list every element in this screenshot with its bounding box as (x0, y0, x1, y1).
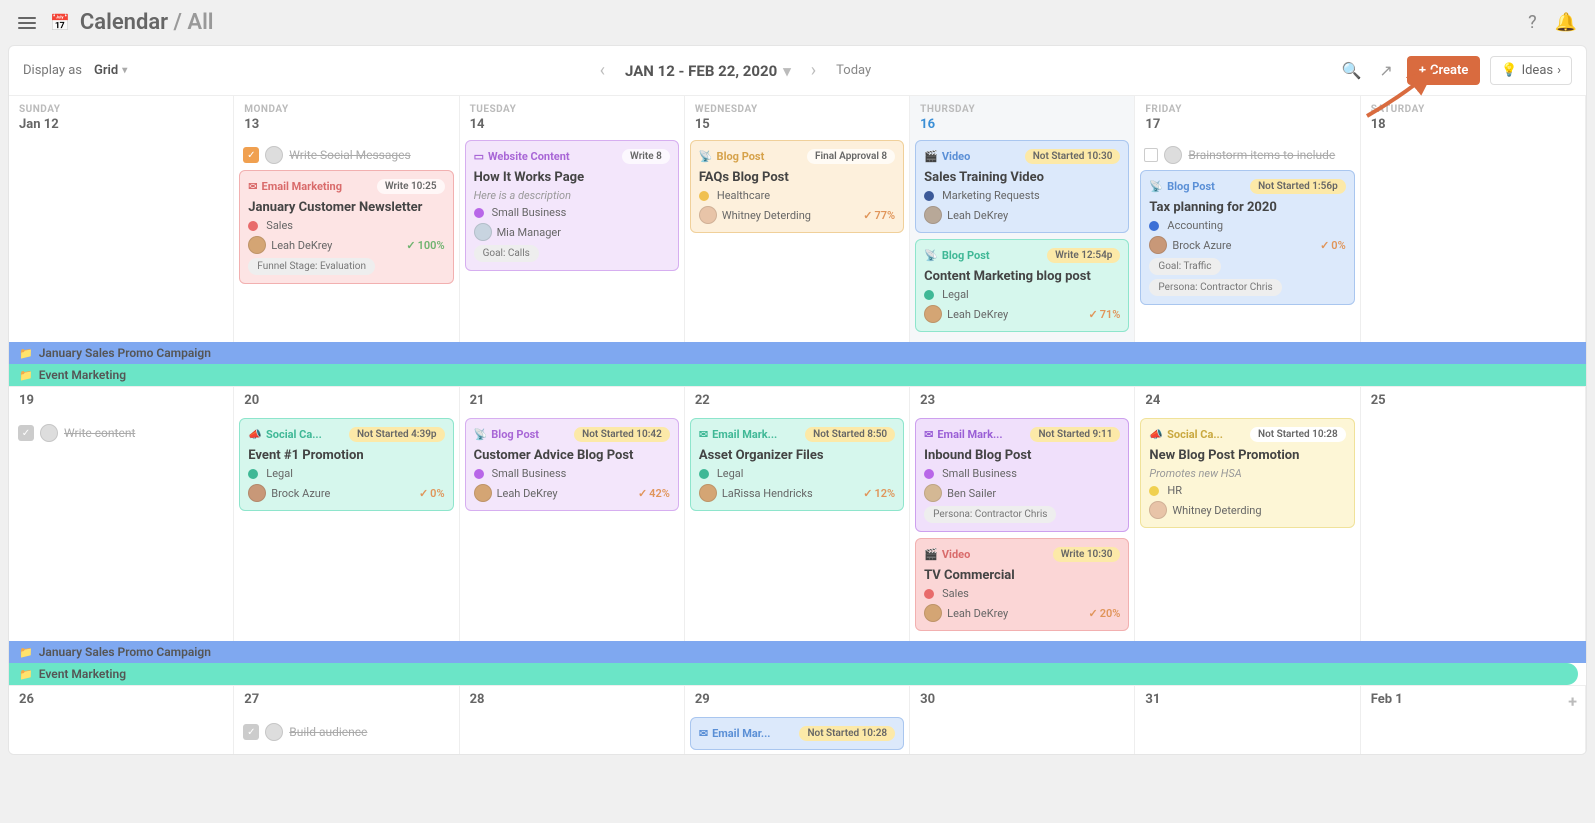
event-card[interactable]: 🎬VideoNot Started 10:30 Sales Training V… (915, 140, 1129, 233)
calendar-icon: 📅 (50, 13, 70, 32)
campaign-strip[interactable]: 📁January Sales Promo Campaign (9, 641, 1586, 663)
rss-icon: 📡 (699, 150, 713, 163)
share-icon[interactable]: ↗ (1375, 57, 1396, 84)
event-card[interactable]: 📡Blog PostNot Started 1:56p Tax planning… (1140, 170, 1354, 305)
rss-icon: 📡 (1149, 180, 1163, 193)
folder-icon: 📁 (19, 369, 33, 382)
create-button[interactable]: + Create (1407, 56, 1481, 85)
email-icon: ✉ (699, 428, 708, 441)
video-icon: 🎬 (924, 548, 938, 561)
website-icon: ▭ (474, 150, 484, 163)
event-card[interactable]: 🎬VideoWrite 10:30 TV Commercial Sales Le… (915, 538, 1129, 631)
prev-range-button[interactable]: ‹ (594, 58, 611, 83)
video-icon: 🎬 (924, 150, 938, 163)
event-card[interactable]: 📡Blog PostFinal Approval 8 FAQs Blog Pos… (690, 140, 904, 233)
date-range[interactable]: JAN 12 - FEB 22, 2020▾ (625, 62, 791, 80)
email-icon: ✉ (248, 180, 257, 193)
today-button[interactable]: Today (836, 63, 871, 78)
breadcrumb: Calendar / All (80, 10, 214, 35)
campaign-strip[interactable]: 📁Event Marketing (9, 663, 1578, 685)
campaign-strip[interactable]: 📁January Sales Promo Campaign (9, 342, 1586, 364)
rss-icon: 📡 (924, 249, 938, 262)
email-icon: ✉ (699, 727, 708, 740)
event-card[interactable]: ✉Email Mar...Not Started 10:28 (690, 717, 904, 750)
event-card[interactable]: ✉Email MarketingWrite 10:25 January Cust… (239, 170, 453, 284)
add-event-button[interactable]: + (1568, 692, 1577, 711)
menu-icon[interactable] (14, 13, 40, 33)
search-icon[interactable]: 🔍 (1337, 57, 1365, 84)
event-card[interactable]: 📣Social Ca...Not Started 4:39p Event #1 … (239, 418, 453, 511)
megaphone-icon: 📣 (248, 428, 262, 441)
ideas-button[interactable]: 💡 Ideas › (1490, 56, 1572, 85)
event-card[interactable]: ▭Website ContentWrite 8 How It Works Pag… (465, 140, 679, 271)
completed-task[interactable]: ✓Write Social Messages (239, 140, 453, 170)
folder-icon: 📁 (19, 668, 33, 681)
event-card[interactable]: ✉Email Mark...Not Started 9:11 Inbound B… (915, 418, 1129, 532)
completed-task[interactable]: ✓Write content (14, 418, 228, 448)
event-card[interactable]: ✉Email Mark...Not Started 8:50 Asset Org… (690, 418, 904, 511)
next-range-button[interactable]: › (805, 58, 822, 83)
event-card[interactable]: 📡Blog PostNot Started 10:42 Customer Adv… (465, 418, 679, 511)
folder-icon: 📁 (19, 347, 33, 360)
bell-icon[interactable]: 🔔 (1551, 8, 1581, 37)
completed-task[interactable]: ✓Build audience (239, 717, 453, 747)
display-as-label: Display as (23, 63, 82, 78)
dow-sun: SUNDAY (19, 104, 223, 115)
help-icon[interactable]: ? (1524, 8, 1541, 37)
event-card[interactable]: 📡Blog PostWrite 12:54p Content Marketing… (915, 239, 1129, 332)
campaign-strip[interactable]: 📁Event Marketing (9, 364, 1586, 386)
folder-icon: 📁 (19, 646, 33, 659)
display-as-dropdown[interactable]: Grid▾ (94, 63, 127, 78)
email-icon: ✉ (924, 428, 933, 441)
rss-icon: 📡 (474, 428, 488, 441)
megaphone-icon: 📣 (1149, 428, 1163, 441)
completed-task[interactable]: Brainstorm items to include (1140, 140, 1354, 170)
event-card[interactable]: 📣Social Ca...Not Started 10:28 New Blog … (1140, 418, 1354, 528)
